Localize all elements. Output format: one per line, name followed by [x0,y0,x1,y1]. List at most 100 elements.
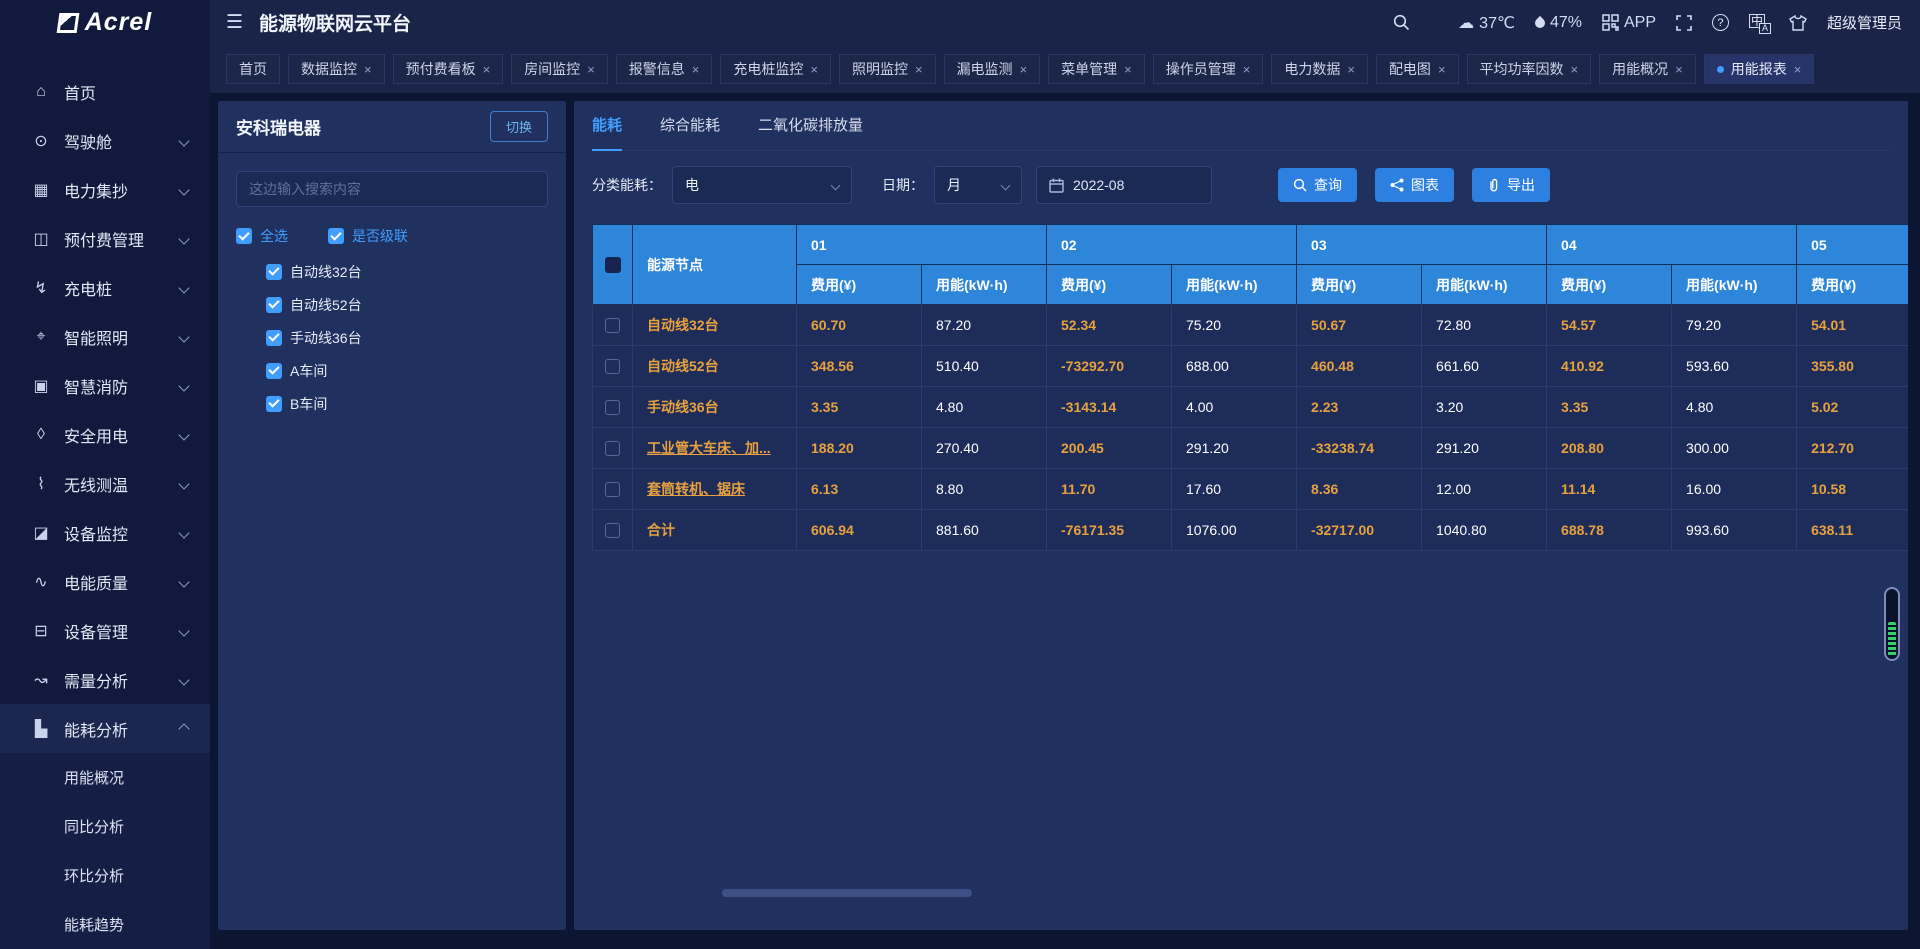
humidity: 47% [1535,14,1582,32]
sidebar-item-需量分析[interactable]: ↝需量分析 [0,655,210,704]
close-tab-icon[interactable]: × [1020,62,1028,77]
row-checkbox[interactable] [605,359,620,374]
table-row: 套筒转机、锯床6.138.8011.7017.608.3612.0011.141… [593,469,1909,510]
report-tab-综合能耗[interactable]: 综合能耗 [660,101,720,151]
nav-tab-数据监控[interactable]: 数据监控× [288,54,385,84]
nav-tab-操作员管理[interactable]: 操作员管理× [1153,54,1264,84]
close-tab-icon[interactable]: × [915,62,923,77]
chart-button[interactable]: 图表 [1375,168,1454,202]
report-tab-二氧化碳排放量[interactable]: 二氧化碳排放量 [758,101,863,151]
close-tab-icon[interactable]: × [810,62,818,77]
tree-node-自动线52台[interactable]: 自动线52台 [266,288,566,321]
sidebar-item-充电桩[interactable]: ↯充电桩 [0,263,210,312]
close-tab-icon[interactable]: × [1347,62,1355,77]
nav-tab-充电桩监控[interactable]: 充电桩监控× [720,54,831,84]
sidebar-item-智能照明[interactable]: ⌖智能照明 [0,312,210,361]
sidebar-item-设备管理[interactable]: ⊟设备管理 [0,606,210,655]
nav-tab-电力数据[interactable]: 电力数据× [1271,54,1368,84]
sub-header-费用(¥): 费用(¥) [1547,265,1672,305]
date-picker[interactable]: 2022-08 [1036,166,1212,204]
switch-button[interactable]: 切换 [490,111,548,142]
nav-tab-配电图[interactable]: 配电图× [1376,54,1459,84]
close-tab-icon[interactable]: × [1675,62,1683,77]
device-search-input[interactable] [236,171,548,207]
query-button[interactable]: 查询 [1278,168,1357,202]
theme-shirt-icon[interactable] [1789,15,1807,31]
horizontal-scrollbar[interactable] [722,889,972,897]
nav-tab-漏电监测[interactable]: 漏电监测× [944,54,1041,84]
translate-icon[interactable]: 中 A [1749,14,1769,32]
close-tab-icon[interactable]: × [483,62,491,77]
sidebar-item-电能质量[interactable]: ∿电能质量 [0,557,210,606]
nav-tab-菜单管理[interactable]: 菜单管理× [1048,54,1145,84]
tree-node-B车间[interactable]: B车间 [266,387,566,420]
smart-lighting-icon: ⌖ [30,328,52,346]
close-tab-icon[interactable]: × [1438,62,1446,77]
tree-node-自动线32台[interactable]: 自动线32台 [266,255,566,288]
node-name-link[interactable]: 自动线32台 [647,317,719,333]
report-tab-能耗[interactable]: 能耗 [592,101,622,151]
fee-cell: 688.78 [1547,510,1672,551]
close-tab-icon[interactable]: × [692,62,700,77]
sidebar-item-电力集抄[interactable]: ▦电力集抄 [0,165,210,214]
node-name-link[interactable]: 套筒转机、锯床 [647,481,745,497]
sidebar-item-驾驶舱[interactable]: ⊙驾驶舱 [0,116,210,165]
row-checkbox-cell [593,346,633,387]
sidebar-subitem-同比分析[interactable]: 同比分析 [0,802,210,851]
nav-tab-房间监控[interactable]: 房间监控 × [511,54,608,84]
nav-tab-用能报表[interactable]: 用能报表× [1704,54,1815,84]
nav-tab-预付费看板[interactable]: 预付费看板× [393,54,504,84]
sidebar-subitem-用能概况[interactable]: 用能概况 [0,753,210,802]
energy-cell: 270.40 [922,428,1047,469]
close-tab-icon[interactable]: × [1124,62,1132,77]
close-tab-icon[interactable]: × [1243,62,1251,77]
select-all-checkbox[interactable] [605,257,621,273]
node-name-link[interactable]: 合计 [647,522,675,538]
sidebar-item-安全用电[interactable]: ◊安全用电 [0,410,210,459]
nav-tab-报警信息[interactable]: 报警信息× [616,54,713,84]
close-tab-icon[interactable]: × [1571,62,1579,77]
sidebar-item-首页[interactable]: ⌂首页 [0,67,210,116]
nav-tab-用能概况[interactable]: 用能概况× [1599,54,1696,84]
select-all-checkbox[interactable]: 全选 [236,226,288,246]
row-checkbox[interactable] [605,482,620,497]
sidebar-item-智慧消防[interactable]: ▣智慧消防 [0,361,210,410]
row-checkbox[interactable] [605,318,620,333]
search-icon [1293,178,1307,192]
close-tab-icon[interactable]: × [1794,62,1802,77]
checkbox-icon [236,228,252,244]
tree-node-A车间[interactable]: A车间 [266,354,566,387]
nav-tab-平均功率因数[interactable]: 平均功率因数× [1467,54,1592,84]
export-button[interactable]: 导出 [1472,168,1550,202]
sidebar-item-能耗分析[interactable]: ▙能耗分析 [0,704,210,753]
row-checkbox[interactable] [605,400,620,415]
sidebar-item-无线测温[interactable]: ⌇无线测温 [0,459,210,508]
nav-tab-首页[interactable]: 首页 [226,54,280,84]
close-tab-icon[interactable]: × [587,62,595,77]
energy-cell: 4.80 [922,387,1047,428]
granularity-select[interactable]: 月 [934,166,1022,204]
cascade-checkbox[interactable]: 是否级联 [328,226,408,246]
nav-tab-照明监控[interactable]: 照明监控× [839,54,936,84]
search-icon[interactable] [1393,14,1410,31]
sidebar-item-预付费管理[interactable]: ◫预付费管理 [0,214,210,263]
collapse-menu-icon[interactable]: ☰ [226,11,243,34]
node-name-link[interactable]: 自动线52台 [647,358,719,374]
sidebar-item-label: 首页 [64,80,96,104]
app-qr[interactable]: APP [1602,14,1656,32]
sidebar-subitem-环比分析[interactable]: 环比分析 [0,851,210,900]
help-icon[interactable]: ? [1712,14,1729,31]
sidebar-item-设备监控[interactable]: ◪设备监控 [0,508,210,557]
row-checkbox[interactable] [605,523,620,538]
category-select[interactable]: 电 [672,166,852,204]
weather-temperature: ☁ 37℃ [1458,13,1515,33]
sidebar-subitem-能耗趋势[interactable]: 能耗趋势 [0,900,210,949]
nav-tab-label: 房间监控 [524,59,580,79]
fullscreen-icon[interactable] [1676,15,1692,31]
close-tab-icon[interactable]: × [364,62,372,77]
tree-node-手动线36台[interactable]: 手动线36台 [266,321,566,354]
node-name-link[interactable]: 手动线36台 [647,399,719,415]
row-checkbox[interactable] [605,441,620,456]
current-user[interactable]: 超级管理员 [1827,12,1902,33]
node-name-link[interactable]: 工业管大车床、加... [647,440,771,456]
